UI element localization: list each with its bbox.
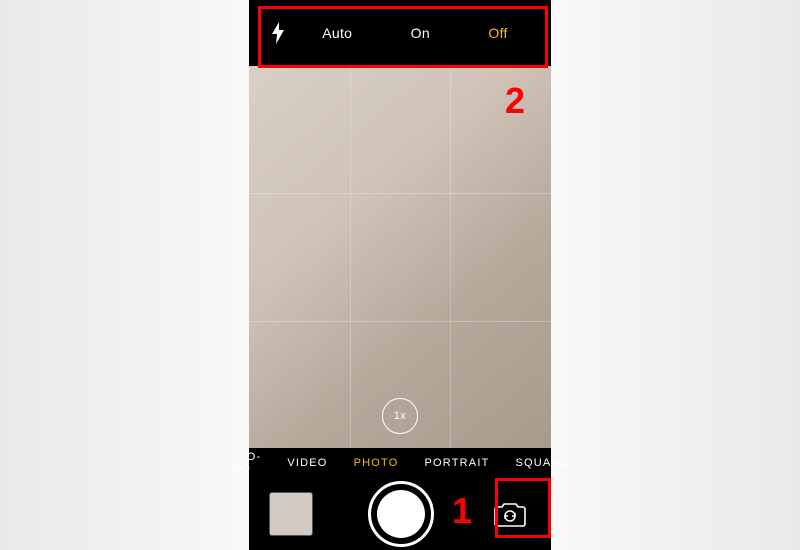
mode-selector[interactable]: SLO-MO VIDEO PHOTO PORTRAIT SQUARE [249,448,551,478]
last-photo-thumbnail[interactable] [269,492,313,536]
shutter-button[interactable] [368,481,434,547]
annotation-number-1: 1 [452,490,472,532]
shutter-inner [377,490,425,538]
flash-option-on[interactable]: On [411,25,430,41]
mode-video[interactable]: VIDEO [287,457,327,469]
flash-options: Auto On Off [293,25,537,41]
mode-slomo[interactable]: SLO-MO [231,451,261,475]
mode-photo[interactable]: PHOTO [354,457,399,469]
grid-line [350,66,351,448]
flash-option-off[interactable]: Off [488,25,507,41]
bottom-controls [249,478,551,550]
mode-square[interactable]: SQUARE [516,457,570,469]
flash-option-auto[interactable]: Auto [322,25,352,41]
grid-line [450,66,451,448]
flash-icon[interactable] [263,22,293,44]
annotation-number-2: 2 [505,80,525,122]
flash-bar: Auto On Off [249,0,551,66]
grid-line [249,321,551,322]
viewfinder[interactable]: 1x [249,66,551,448]
mode-portrait[interactable]: PORTRAIT [424,457,489,469]
switch-camera-button[interactable] [489,493,531,535]
grid-line [249,193,551,194]
zoom-button[interactable]: 1x [382,398,418,434]
